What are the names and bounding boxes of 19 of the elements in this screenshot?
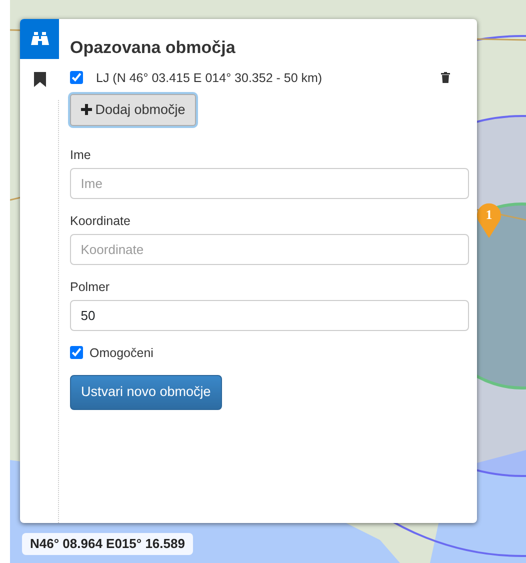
field-label: Koordinate: [70, 212, 132, 230]
field-label: Ime: [70, 146, 92, 164]
bookmark-icon: [34, 72, 46, 86]
input-field[interactable]: Ime: [70, 168, 469, 198]
panel-title: Opazovana območja: [70, 37, 236, 59]
create-area-button[interactable]: Ustvari novo območje: [70, 375, 222, 410]
binoculars-icon: [30, 31, 48, 47]
marker-count: 1: [486, 207, 492, 222]
plus-icon: [81, 104, 92, 116]
enabled-label: Omogočeni: [90, 344, 154, 362]
add-area-button[interactable]: Dodaj območje: [70, 94, 196, 126]
area-label: LJ (N 46° 03.415 E 014° 30.352 - 50 km): [96, 70, 324, 87]
enabled-checkbox[interactable]: [70, 346, 83, 360]
input-field[interactable]: 50: [70, 300, 469, 330]
area-checkbox[interactable]: [70, 71, 83, 84]
field-label: Polmer: [70, 278, 111, 296]
input-field[interactable]: Koordinate: [70, 234, 469, 264]
trash-icon[interactable]: [440, 72, 450, 84]
cursor-coordinates: N46° 08.964 E015° 16.589: [22, 533, 193, 554]
